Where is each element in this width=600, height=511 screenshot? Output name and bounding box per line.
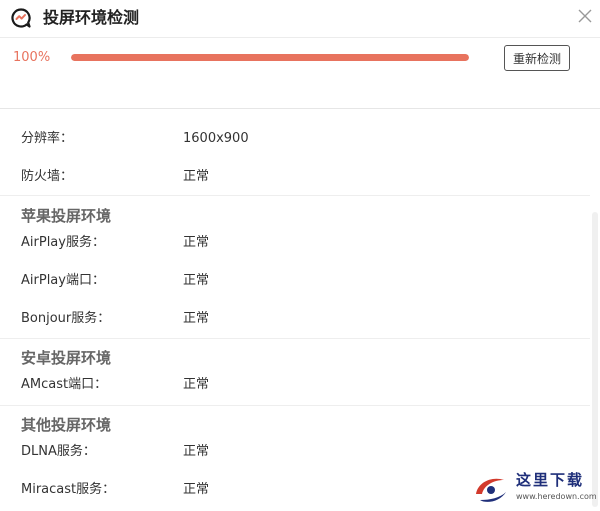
amcast-port-value: 正常 xyxy=(183,377,210,392)
firewall-value: 正常 xyxy=(183,169,210,184)
airplay-port-value: 正常 xyxy=(183,273,210,288)
bonjour-service-row: Bonjour服务： 正常 xyxy=(0,300,590,338)
android-section-heading: 安卓投屏环境 xyxy=(21,349,112,367)
watermark-text: 这里下载 xyxy=(516,471,585,489)
airplay-service-label: AirPlay服务： xyxy=(21,235,105,250)
swoosh-logo-icon xyxy=(476,478,506,502)
window-title: 投屏环境检测 xyxy=(43,8,140,27)
miracast-service-label: Miracast服务： xyxy=(21,482,116,497)
close-icon[interactable] xyxy=(577,8,593,24)
watermark: 这里下载 www.heredown.com xyxy=(468,468,598,510)
watermark-url: www.heredown.com xyxy=(516,492,597,501)
speech-bubble-check-icon xyxy=(11,8,31,28)
miracast-service-value: 正常 xyxy=(183,482,210,497)
title-bar: 投屏环境检测 xyxy=(0,0,600,38)
resolution-value: 1600x900 xyxy=(183,131,249,146)
amcast-port-label: AMcast端口： xyxy=(21,377,108,392)
airplay-port-row: AirPlay端口： 正常 xyxy=(0,262,590,300)
recheck-button[interactable]: 重新检测 xyxy=(504,45,570,71)
detection-list: 分辨率： 1600x900 防火墙： 正常 苹果投屏环境 AirPlay服务： … xyxy=(0,110,600,511)
section-divider xyxy=(0,195,590,196)
firewall-row: 防火墙： 正常 xyxy=(0,158,590,196)
dlna-service-value: 正常 xyxy=(183,444,210,459)
airplay-port-label: AirPlay端口： xyxy=(21,273,105,288)
progress-percent: 100% xyxy=(13,50,51,65)
scrollbar[interactable] xyxy=(592,212,598,507)
resolution-row: 分辨率： 1600x900 xyxy=(0,120,590,158)
apple-section-heading: 苹果投屏环境 xyxy=(21,207,112,225)
progress-section: 100% 重新检测 xyxy=(0,38,600,109)
section-divider xyxy=(0,338,590,339)
firewall-label: 防火墙： xyxy=(21,169,74,184)
progress-bar-fill xyxy=(71,54,469,61)
dlna-service-label: DLNA服务： xyxy=(21,444,96,459)
amcast-port-row: AMcast端口： 正常 xyxy=(0,366,590,404)
resolution-label: 分辨率： xyxy=(21,131,74,146)
airplay-service-value: 正常 xyxy=(183,235,210,250)
airplay-service-row: AirPlay服务： 正常 xyxy=(0,224,590,262)
section-divider xyxy=(0,405,590,406)
progress-bar xyxy=(71,54,469,61)
bonjour-service-value: 正常 xyxy=(183,311,210,326)
other-section-heading: 其他投屏环境 xyxy=(21,416,112,434)
bonjour-service-label: Bonjour服务： xyxy=(21,311,111,326)
dlna-service-row: DLNA服务： 正常 xyxy=(0,433,590,471)
